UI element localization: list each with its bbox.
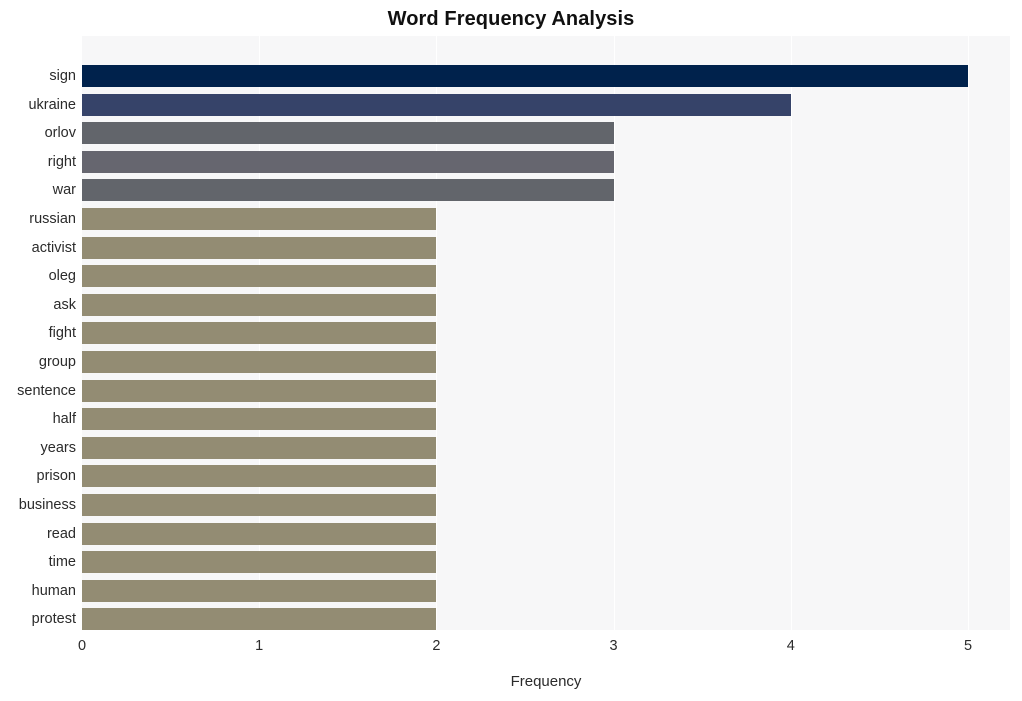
bar [82,551,437,574]
bar-row [82,377,1010,406]
y-axis-label: group [38,354,76,370]
bar-row [82,62,1010,91]
bar [82,465,437,488]
bar-row [82,119,1010,148]
bars-layer [82,36,1010,630]
x-axis-tick-label: 3 [609,638,618,654]
y-axis-label: ask [53,296,76,313]
bar [82,93,791,116]
y-axis-label: orlov [44,125,76,142]
bar-row [82,205,1010,234]
bar-row [82,234,1010,263]
bar [82,236,437,259]
chart-title: Word Frequency Analysis [387,8,635,30]
bar [82,265,437,288]
bar-row [82,548,1010,577]
y-axis-label: human [31,582,76,599]
bar [82,122,614,145]
y-axis-label: right [47,153,76,170]
bar [82,65,968,87]
bar-row [82,262,1010,291]
bar [82,293,437,316]
bar [82,494,437,516]
bar-row [82,520,1010,549]
bar [82,179,614,202]
bar [82,322,437,345]
bar-row [82,348,1010,377]
y-axis-label: read [46,525,76,542]
x-axis-tick-label: 4 [786,638,795,654]
y-axis-label: ukraine [28,96,76,113]
bar-row [82,291,1010,320]
y-axis-label: business [18,497,76,513]
y-axis-label: oleg [48,268,76,285]
y-axis-label: protest [31,611,76,628]
bar-row [82,91,1010,120]
y-axis-label: activist [31,239,76,256]
y-axis-labels: sign ukraine orlov right war russian activist o… [0,36,76,630]
y-axis-label: prison [36,468,77,485]
bar-row [82,176,1010,205]
y-axis-label: years [40,439,76,456]
x-axis-tick-label: 5 [963,638,973,654]
y-axis-label: sign [49,68,76,84]
x-axis-tick-label: 1 [255,638,264,654]
y-axis-label: war [52,182,76,199]
x-axis-title: Frequency [510,673,582,690]
bar-row [82,405,1010,434]
y-axis-label: russian [29,211,76,227]
bar [82,208,437,230]
bar-row [82,605,1010,630]
x-axis-tick-label: 2 [432,638,441,654]
bar [82,379,437,402]
y-axis-label: fight [48,325,76,342]
y-axis-label: sentence [17,382,76,399]
x-axis-ticks: 0 1 2 3 4 5 [78,636,1010,658]
bar [82,436,437,459]
y-axis-label: half [52,411,76,428]
bar [82,522,437,545]
bar [82,608,437,630]
bar-row [82,319,1010,348]
plot-area [82,36,1010,630]
bar-row [82,462,1010,491]
y-axis-label: time [48,554,76,571]
word-frequency-chart: Word Frequency Analysis sign ukraine orlov… [0,0,1022,701]
bar-row [82,491,1010,520]
x-axis-tick-label: 0 [77,638,87,654]
bar [82,150,614,173]
bar [82,579,437,602]
bar [82,351,437,373]
bar-row [82,577,1010,606]
bar-row [82,148,1010,177]
bar [82,408,437,431]
bar-row [82,434,1010,463]
